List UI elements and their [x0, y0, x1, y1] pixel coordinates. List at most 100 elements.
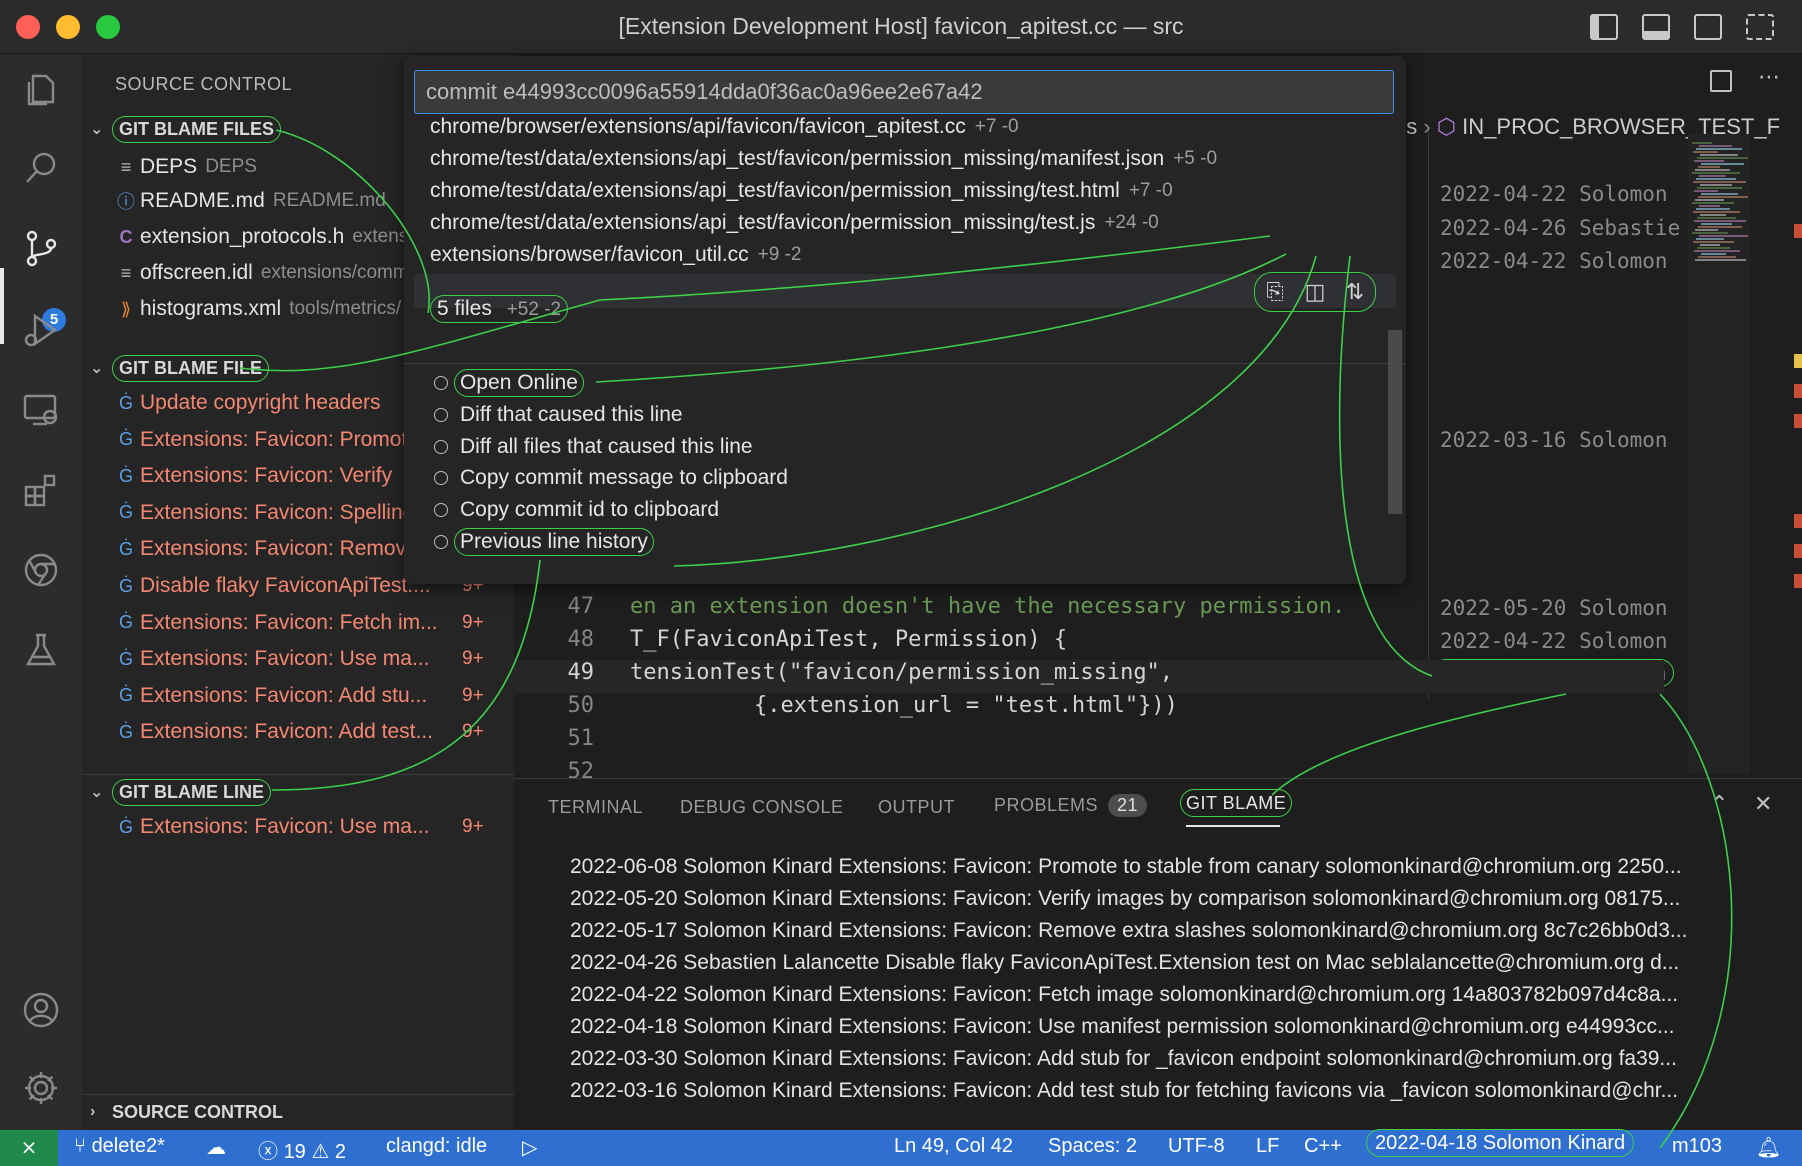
cursor-position[interactable]: Ln 49, Col 42: [894, 1135, 1013, 1158]
minimap-line: [1693, 181, 1746, 183]
commit-badge: 9+: [462, 816, 484, 837]
blame-file-commit[interactable]: Ġ Extensions: Favicon: Use ma... 9+: [112, 642, 512, 676]
tab-output[interactable]: OUTPUT: [878, 797, 955, 818]
changed-file-path: chrome/test/data/extensions/api_test/fav…: [430, 147, 1165, 170]
indentation[interactable]: Spaces: 2: [1048, 1135, 1137, 1158]
commit-search-input[interactable]: [414, 70, 1394, 114]
remote-explorer-icon[interactable]: [19, 388, 63, 432]
commit-action-option[interactable]: Diff all files that caused this line: [434, 430, 753, 464]
minimap-line: [1699, 175, 1726, 177]
close-panel-icon[interactable]: ✕: [1754, 791, 1772, 817]
blame-line-commit[interactable]: Ġ Extensions: Favicon: Use ma... 9+: [112, 810, 512, 844]
minimap-line: [1697, 217, 1736, 219]
commit-label: Extensions: Favicon: Add stu...: [140, 683, 428, 707]
git-commit-icon: Ġ: [118, 502, 133, 523]
source-control-section[interactable]: › SOURCE CONTROL: [90, 1096, 283, 1128]
testing-icon[interactable]: [19, 628, 63, 672]
git-blame-entry[interactable]: 2022-04-18 Solomon Kinard Extensions: Fa…: [570, 1015, 1790, 1039]
blame-annotation[interactable]: 2022-04-22 Solomon: [1440, 249, 1668, 273]
git-blame-files-section[interactable]: ⌄ GIT BLAME FILES: [90, 113, 281, 145]
language-mode[interactable]: C++: [1304, 1135, 1342, 1158]
tab-debug-console[interactable]: DEBUG CONSOLE: [680, 797, 844, 818]
blame-file-commit[interactable]: Ġ Extensions: Favicon: Add test... 9+: [112, 715, 512, 749]
changed-file-row[interactable]: extensions/browser/favicon_util.cc +9 -2: [430, 238, 802, 272]
settings-gear-icon[interactable]: [19, 1066, 63, 1110]
git-blame-entry[interactable]: 2022-05-20 Solomon Kinard Extensions: Fa…: [570, 887, 1790, 911]
code-line[interactable]: 50 {.extension_url = "test.html"})): [514, 693, 1664, 726]
git-commit-icon: Ġ: [118, 721, 133, 742]
blame-file-commit[interactable]: Ġ Extensions: Favicon: Add stu... 9+: [112, 679, 512, 713]
blame-file-commit[interactable]: Ġ Extensions: Favicon: Fetch im... 9+: [112, 606, 512, 640]
minimap-line: [1700, 184, 1732, 186]
tab-terminal[interactable]: TERMINAL: [548, 797, 643, 818]
git-blame-entry[interactable]: 2022-06-08 Solomon Kinard Extensions: Fa…: [570, 855, 1790, 879]
minimap-line: [1698, 256, 1736, 258]
activity-bar: 5: [0, 54, 82, 1130]
remote-indicator-icon[interactable]: ⨯: [0, 1130, 58, 1166]
git-commit-icon: Ġ: [118, 429, 133, 450]
blame-annotation[interactable]: 2022-04-26 Sebastie: [1440, 216, 1680, 240]
git-blame-file-section[interactable]: ⌄ GIT BLAME FILE: [90, 352, 269, 384]
accounts-icon[interactable]: [19, 988, 63, 1032]
git-blame-entry[interactable]: 2022-04-26 Sebastien Lalancette Disable …: [570, 951, 1790, 975]
code-line[interactable]: 51: [514, 726, 1664, 759]
sync-icon[interactable]: ☁: [206, 1135, 226, 1160]
commit-action-option[interactable]: Diff that caused this line: [434, 398, 683, 432]
end-of-line[interactable]: LF: [1256, 1135, 1279, 1158]
minimap-line: [1694, 250, 1740, 252]
problems-item[interactable]: ⓧ 19 ⚠ 2: [258, 1135, 346, 1164]
toggle-primary-sidebar-icon[interactable]: [1590, 14, 1618, 40]
extensions-icon[interactable]: [19, 468, 63, 512]
commit-action-option[interactable]: Copy commit id to clipboard: [434, 493, 719, 527]
changed-file-row[interactable]: chrome/test/data/extensions/api_test/fav…: [430, 142, 1217, 176]
code-line[interactable]: 48 T_F(FaviconApiTest, Permission) {: [514, 627, 1664, 660]
error-icon: ⓧ: [258, 1141, 278, 1163]
clangd-status[interactable]: clangd: idle: [386, 1135, 487, 1158]
run-debug-icon[interactable]: [19, 308, 63, 352]
code-text: en an extension doesn't have the necessa…: [630, 594, 1346, 619]
warning-icon: ⚠: [311, 1141, 330, 1163]
chromium-icon[interactable]: [19, 548, 63, 592]
explorer-icon[interactable]: [19, 68, 63, 112]
commit-quick-pick: chrome/browser/extensions/api/favicon/fa…: [404, 56, 1406, 584]
run-icon[interactable]: ▷: [522, 1135, 537, 1160]
encoding[interactable]: UTF-8: [1168, 1135, 1225, 1158]
customize-layout-icon[interactable]: [1746, 14, 1774, 40]
commit-action-option[interactable]: Previous line history: [434, 525, 654, 559]
commit-action-option[interactable]: Open Online: [434, 366, 584, 400]
git-blame-entry[interactable]: 2022-04-22 Solomon Kinard Extensions: Fa…: [570, 983, 1790, 1007]
blame-annotation[interactable]: 2022-04-22 Solomon: [1440, 182, 1668, 206]
toggle-panel-icon[interactable]: [1642, 14, 1670, 40]
changed-file-row[interactable]: chrome/test/data/extensions/api_test/fav…: [430, 174, 1173, 208]
more-actions-icon[interactable]: ⋯: [1758, 64, 1780, 90]
milestone[interactable]: m103: [1672, 1135, 1722, 1158]
quick-pick-scrollbar[interactable]: [1388, 330, 1402, 514]
tab-problems[interactable]: PROBLEMS 21: [994, 794, 1148, 817]
minimap[interactable]: [1688, 134, 1750, 774]
split-editor-icon[interactable]: [1710, 70, 1732, 92]
notifications-bell-icon[interactable]: 🔔︎: [1756, 1135, 1781, 1160]
maximize-panel-icon[interactable]: ⌃: [1710, 791, 1728, 817]
code-line[interactable]: 49 tensionTest("favicon/permission_missin…: [514, 660, 1664, 693]
changed-file-row[interactable]: chrome/browser/extensions/api/favicon/fa…: [430, 110, 1019, 144]
blame-annotation[interactable]: 2022-03-16 Solomon: [1440, 428, 1668, 452]
changed-file-stat: +7 -0: [1128, 180, 1173, 201]
files-summary-row[interactable]: 5 files +52 -2: [430, 292, 569, 326]
git-blame-line-section[interactable]: ⌄ GIT BLAME LINE: [90, 776, 271, 808]
line-number: 48: [567, 627, 595, 652]
git-blame-entry[interactable]: 2022-05-17 Solomon Kinard Extensions: Fa…: [570, 919, 1790, 943]
source-control-icon[interactable]: [19, 226, 63, 270]
code-line[interactable]: 47 en an extension doesn't have the neces…: [514, 594, 1664, 627]
minimap-line: [1694, 220, 1746, 222]
branch-item[interactable]: ⑂ delete2*: [74, 1135, 165, 1158]
tab-git-blame[interactable]: GIT BLAME: [1180, 789, 1293, 817]
search-icon[interactable]: [19, 146, 63, 190]
toggle-secondary-sidebar-icon[interactable]: [1694, 14, 1722, 40]
commit-action-option[interactable]: Copy commit message to clipboard: [434, 461, 788, 495]
symbol-class-icon: ⬡: [1436, 114, 1457, 139]
git-blame-entry[interactable]: 2022-03-16 Solomon Kinard Extensions: Fa…: [570, 1079, 1790, 1103]
git-blame-status[interactable]: 2022-04-18 Solomon Kinard: [1366, 1129, 1635, 1157]
changed-file-row[interactable]: chrome/test/data/extensions/api_test/fav…: [430, 206, 1159, 240]
git-blame-entry[interactable]: 2022-03-30 Solomon Kinard Extensions: Fa…: [570, 1047, 1790, 1071]
minimap-line: [1693, 211, 1740, 213]
